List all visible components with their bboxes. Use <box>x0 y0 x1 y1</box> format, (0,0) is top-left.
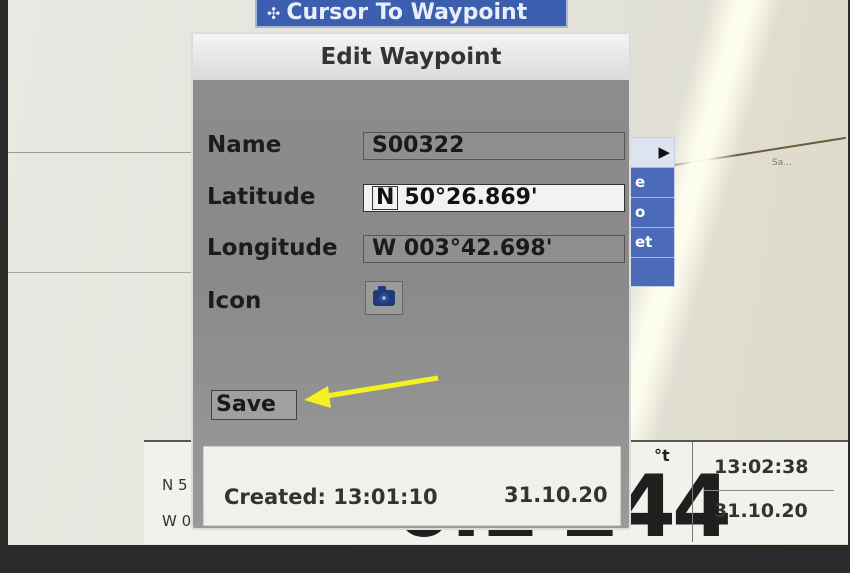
arrow-head <box>304 386 331 408</box>
chartplotter-screen: Sa... ✣ Cursor To Waypoint ▶ e o et N 5 W… <box>8 0 848 545</box>
annotation-arrow <box>304 375 439 408</box>
arrow-shaft <box>319 375 439 400</box>
